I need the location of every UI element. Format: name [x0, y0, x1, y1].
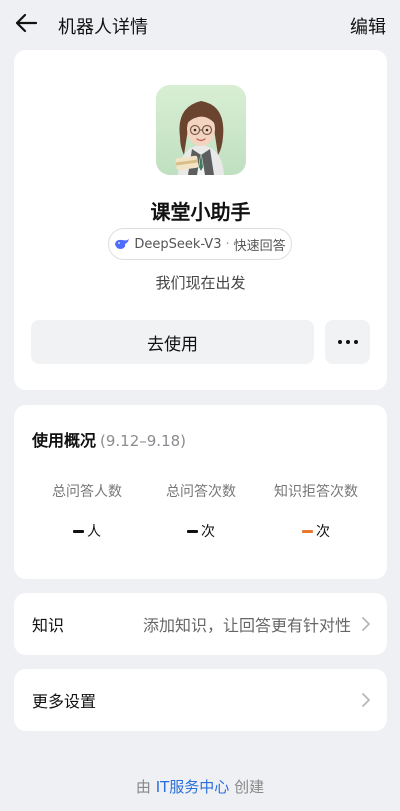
bot-name: 课堂小助手 — [150, 200, 251, 224]
usage-overview-card: 使用概况 (9.12–9.18) 总问答人数 人 总问答次数 次 知识拒答次数 次 — [14, 405, 387, 579]
chevron-right-icon — [362, 617, 370, 631]
chevron-right-icon — [362, 693, 370, 707]
edit-button[interactable]: 编辑 — [350, 13, 386, 39]
empty-value-dash — [187, 529, 198, 533]
more-settings-label: 更多设置 — [32, 692, 97, 711]
model-chip[interactable]: DeepSeek-V3 · 快速回答 — [108, 228, 292, 260]
stat-label: 总问答人数 — [52, 484, 122, 500]
model-name: DeepSeek-V3 — [134, 236, 222, 252]
stat-label: 知识拒答次数 — [274, 484, 358, 500]
usage-title: 使用概况 (9.12–9.18) — [32, 427, 186, 451]
bot-tagline: 我们现在出发 — [155, 274, 246, 292]
use-button[interactable]: 去使用 — [31, 320, 314, 364]
back-arrow-icon — [15, 13, 38, 33]
more-dots-icon — [337, 340, 358, 344]
stat-label: 总问答次数 — [166, 484, 236, 500]
bot-profile-card: 课堂小助手 DeepSeek-V3 · 快速回答 我们现在出发 去使用 — [14, 50, 387, 390]
stat-total-answers: 总问答次数 次 — [141, 481, 261, 541]
stat-unit: 次 — [316, 524, 330, 540]
stat-unit: 次 — [201, 524, 215, 540]
avatar-illustration — [156, 85, 246, 175]
creator-link[interactable]: IT服务中心 — [156, 778, 230, 796]
back-button[interactable] — [12, 9, 40, 37]
more-options-button[interactable] — [325, 320, 370, 364]
stat-value: 次 — [141, 521, 261, 541]
stat-knowledge-refusals: 知识拒答次数 次 — [256, 481, 376, 541]
footer-prefix: 由 — [135, 778, 151, 796]
stat-total-users: 总问答人数 人 — [27, 481, 147, 541]
bot-avatar — [156, 85, 246, 175]
usage-date-range: (9.12–9.18) — [100, 432, 187, 450]
footer-suffix: 创建 — [234, 778, 265, 796]
usage-title-text: 使用概况 — [32, 431, 97, 450]
empty-value-dash — [73, 529, 84, 533]
stat-value: 人 — [27, 521, 147, 541]
page-title: 机器人详情 — [58, 17, 148, 38]
knowledge-description: 添加知识，让回答更有针对性 — [142, 616, 351, 635]
answer-mode: 快速回答 — [233, 238, 286, 254]
creator-footer: 由 IT服务中心 创建 — [0, 776, 400, 797]
deepseek-whale-icon — [115, 239, 130, 249]
stat-value: 次 — [256, 521, 376, 541]
top-bar: 机器人详情 编辑 — [0, 0, 400, 50]
stat-unit: 人 — [87, 524, 101, 540]
more-settings-row[interactable]: 更多设置 — [14, 669, 387, 731]
empty-value-dash — [302, 529, 313, 533]
knowledge-label: 知识 — [32, 616, 65, 635]
separator-dot: · — [225, 236, 230, 252]
knowledge-row[interactable]: 知识 添加知识，让回答更有针对性 — [14, 593, 387, 655]
